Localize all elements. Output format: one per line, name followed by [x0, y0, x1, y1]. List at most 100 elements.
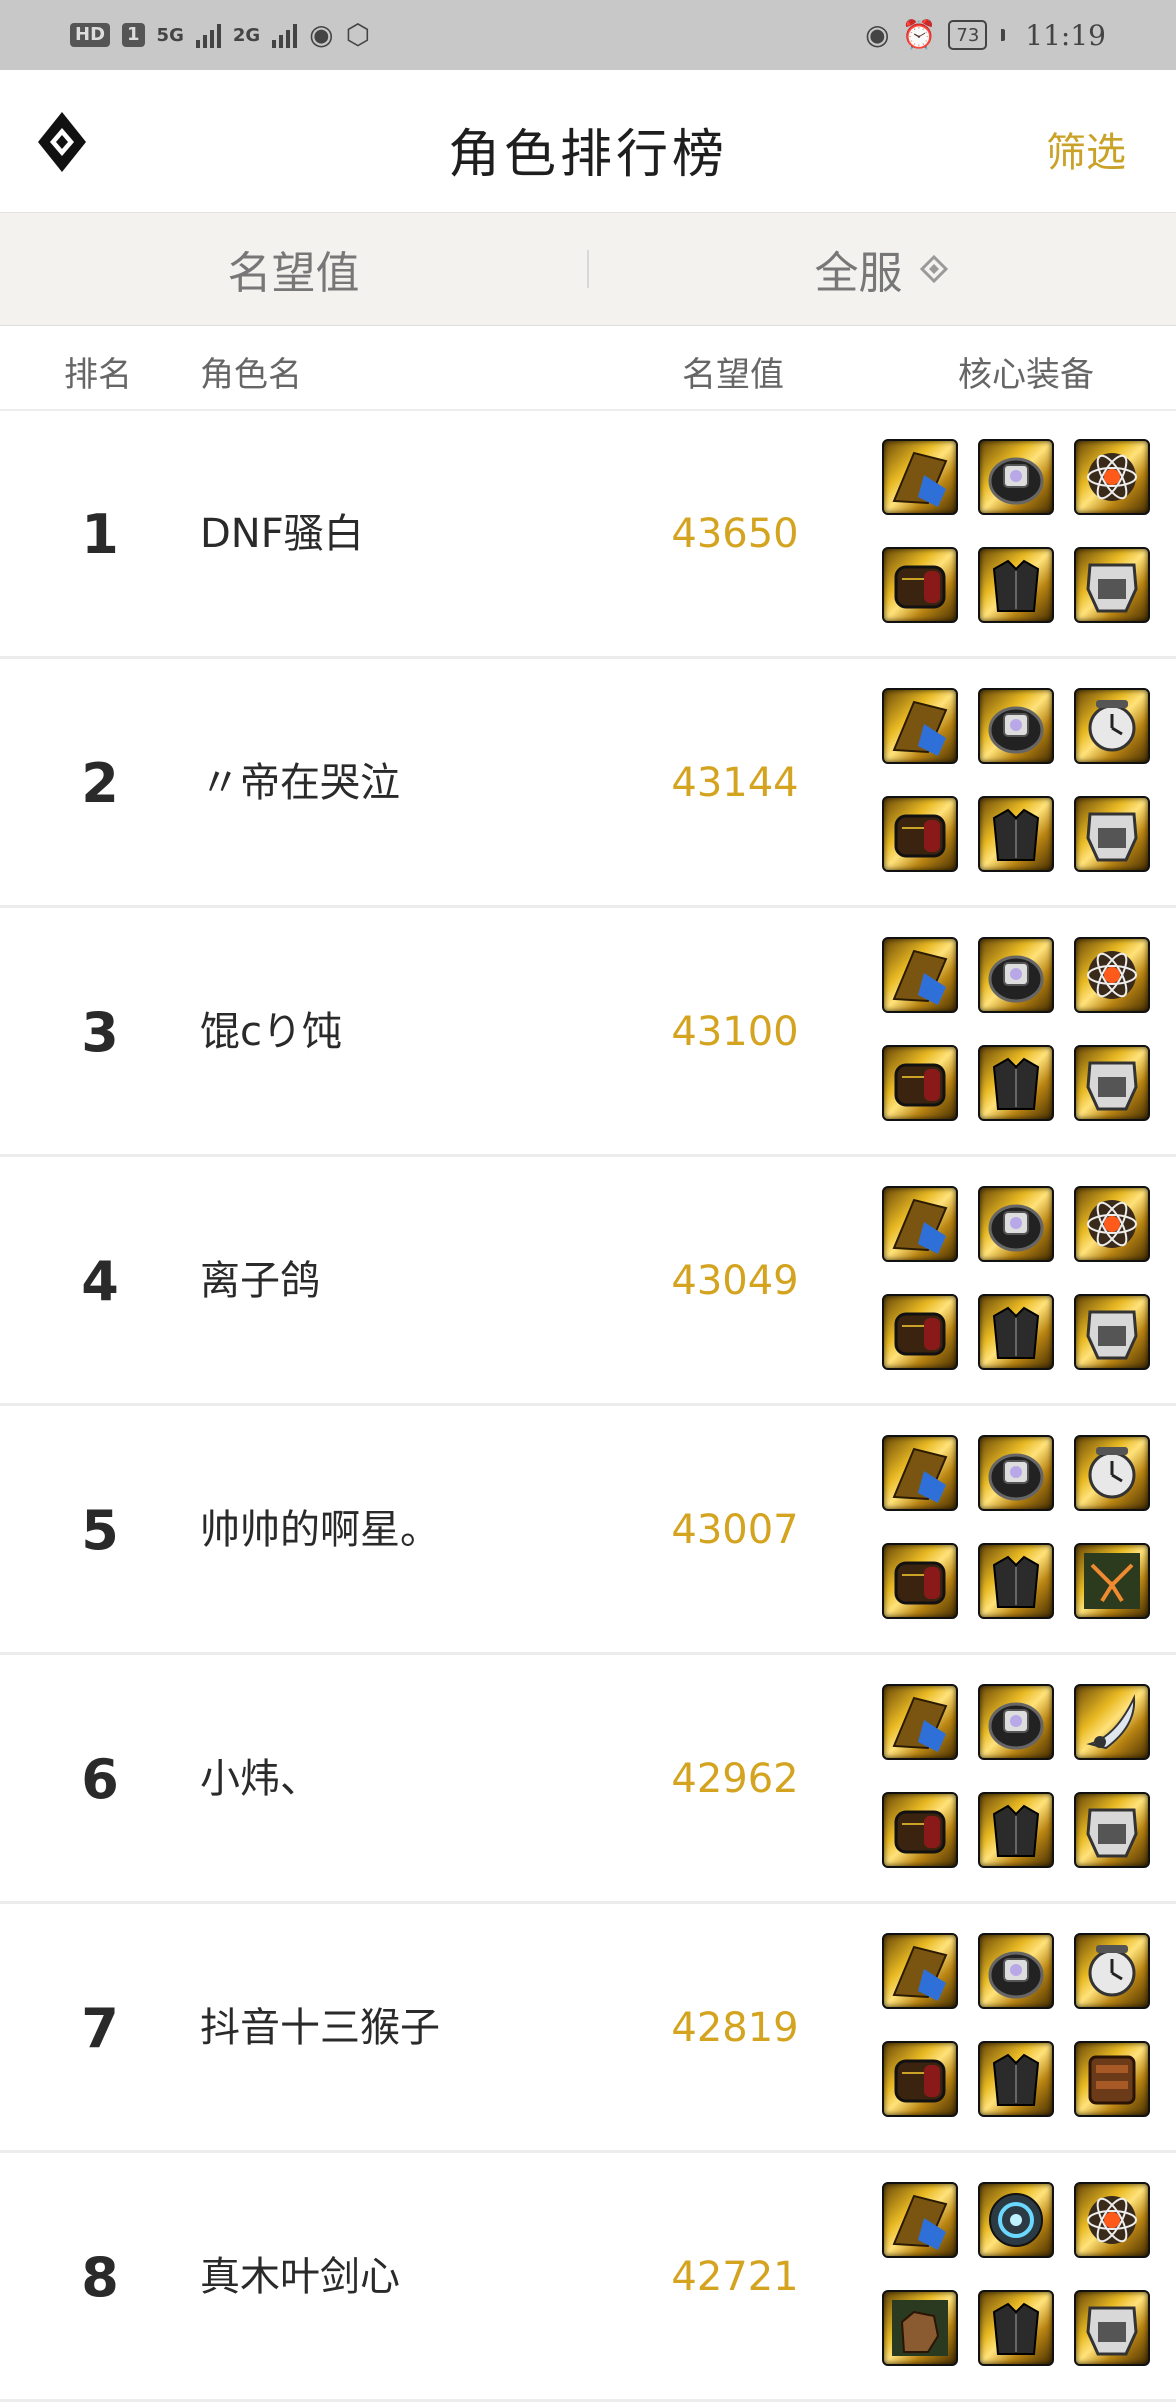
gauntlet-armor-equipment-icon[interactable]	[1074, 1792, 1150, 1868]
bracelet-equipment-icon[interactable]	[978, 1435, 1054, 1511]
clock-equipment-icon[interactable]	[1074, 688, 1150, 764]
row-rank: 8	[81, 2246, 119, 2309]
bracelet-equipment-icon[interactable]	[978, 1933, 1054, 2009]
row-character-name: 抖音十三猴子	[200, 2005, 440, 2051]
signal-bars-2-icon	[272, 22, 298, 48]
dark-armor-equipment-icon[interactable]	[978, 1045, 1054, 1121]
table-row[interactable]: 3 馄cり饨 43100	[0, 908, 1176, 1157]
column-name: 角色名	[200, 355, 302, 395]
bracelet-equipment-icon[interactable]	[978, 688, 1054, 764]
ranking-list: 1 DNF骚白 43650 2 〃帝在哭泣 43144 3 馄cり饨 43100 4 离子鸽 4304…	[0, 410, 1176, 2402]
bracelet-equipment-icon[interactable]	[978, 1186, 1054, 1262]
row-reputation-score: 42721	[671, 2254, 799, 2300]
status-bar: HD 1 5G 2G ◉ ⬡ ◉ ⏰ 73 11:19	[0, 0, 1176, 70]
atom-orb-equipment-icon[interactable]	[1074, 937, 1150, 1013]
row-reputation-score: 43144	[671, 760, 799, 806]
row-character-name: DNF骚白	[200, 511, 364, 557]
gauntlet-armor-equipment-icon[interactable]	[1074, 1045, 1150, 1121]
gauntlet-armor-equipment-icon[interactable]	[1074, 1294, 1150, 1370]
blade-equipment-icon[interactable]	[1074, 1684, 1150, 1760]
table-row[interactable]: 1 DNF骚白 43650	[0, 410, 1176, 659]
diamond-dropdown-icon	[919, 254, 948, 284]
shoulder-equipment-icon[interactable]	[882, 1933, 958, 2009]
box-equipment-icon[interactable]	[882, 1294, 958, 1370]
table-row[interactable]: 2 〃帝在哭泣 43144	[0, 659, 1176, 908]
row-rank: 6	[81, 1748, 119, 1811]
box-equipment-icon[interactable]	[882, 1045, 958, 1121]
column-equipment: 核心装备	[958, 355, 1094, 395]
box-equipment-icon[interactable]	[882, 1543, 958, 1619]
server-dropdown[interactable]: 全服	[589, 237, 1176, 301]
table-row[interactable]: 6 小炜、 42962	[0, 1655, 1176, 1904]
dark-armor-equipment-icon[interactable]	[978, 547, 1054, 623]
leather-glove-equipment-icon[interactable]	[882, 2290, 958, 2366]
row-reputation-score: 42962	[671, 1756, 799, 1802]
atom-orb-equipment-icon[interactable]	[1074, 1186, 1150, 1262]
core-equipment-grid	[882, 1933, 1152, 2117]
dark-armor-equipment-icon[interactable]	[978, 796, 1054, 872]
core-equipment-grid	[882, 439, 1152, 623]
bracelet-equipment-icon[interactable]	[978, 439, 1054, 515]
title-bar: 角色排行榜 筛选	[0, 70, 1176, 213]
row-reputation-score: 43049	[671, 1258, 799, 1304]
clock-time: 11:19	[1025, 18, 1106, 52]
table-row[interactable]: 7 抖音十三猴子 42819	[0, 1904, 1176, 2153]
shoulder-equipment-icon[interactable]	[882, 2182, 958, 2258]
row-rank: 4	[81, 1250, 119, 1313]
table-row[interactable]: 8 真木叶剑心 42721	[0, 2153, 1176, 2402]
box-equipment-icon[interactable]	[882, 2041, 958, 2117]
network-label-1: 5G	[156, 24, 184, 46]
shoulder-equipment-icon[interactable]	[882, 1186, 958, 1262]
dark-armor-equipment-icon[interactable]	[978, 2041, 1054, 2117]
bracelet-equipment-icon[interactable]	[978, 937, 1054, 1013]
filter-button[interactable]: 筛选	[1046, 120, 1126, 178]
gauntlet-armor-equipment-icon[interactable]	[1074, 547, 1150, 623]
row-reputation-score: 43100	[671, 1009, 799, 1055]
clock-equipment-icon[interactable]	[1074, 1435, 1150, 1511]
shoulder-equipment-icon[interactable]	[882, 937, 958, 1013]
atom-orb-equipment-icon[interactable]	[1074, 439, 1150, 515]
leather-pouch-equipment-icon[interactable]	[1074, 2041, 1150, 2117]
dark-armor-equipment-icon[interactable]	[978, 1792, 1054, 1868]
core-equipment-grid	[882, 1684, 1152, 1868]
row-reputation-score: 42819	[671, 2005, 799, 2051]
shoulder-equipment-icon[interactable]	[882, 1435, 958, 1511]
row-rank: 5	[81, 1499, 119, 1562]
battery-icon: 73	[948, 20, 988, 50]
dark-armor-equipment-icon[interactable]	[978, 1294, 1054, 1370]
dark-armor-equipment-icon[interactable]	[978, 1543, 1054, 1619]
core-equipment-grid	[882, 937, 1152, 1121]
box-equipment-icon[interactable]	[882, 547, 958, 623]
cyan-orb-equipment-icon[interactable]	[978, 2182, 1054, 2258]
row-character-name: 真木叶剑心	[200, 2254, 400, 2300]
box-equipment-icon[interactable]	[882, 796, 958, 872]
dark-armor-equipment-icon[interactable]	[978, 2290, 1054, 2366]
clock-equipment-icon[interactable]	[1074, 1933, 1150, 2009]
category-label: 名望值	[227, 248, 360, 299]
column-score: 名望值	[682, 355, 784, 395]
bracelet-equipment-icon[interactable]	[978, 1684, 1054, 1760]
battery-nub	[1001, 29, 1006, 41]
table-row[interactable]: 5 帅帅的啊星。 43007	[0, 1406, 1176, 1655]
shoulder-equipment-icon[interactable]	[882, 1684, 958, 1760]
hd-badge: HD	[70, 23, 111, 47]
shoulder-equipment-icon[interactable]	[882, 439, 958, 515]
green-scroll-equipment-icon[interactable]	[1074, 1543, 1150, 1619]
row-character-name: 〃帝在哭泣	[200, 760, 400, 806]
box-equipment-icon[interactable]	[882, 1792, 958, 1868]
table-row[interactable]: 4 离子鸽 43049	[0, 1157, 1176, 1406]
shoulder-equipment-icon[interactable]	[882, 688, 958, 764]
row-rank: 7	[81, 1997, 119, 2060]
category-dropdown[interactable]: 名望值	[0, 237, 587, 301]
chat-bubble-icon: ◉	[309, 18, 334, 51]
core-equipment-grid	[882, 688, 1152, 872]
ranking-selector: 名望值 全服	[0, 213, 1176, 326]
gauntlet-armor-equipment-icon[interactable]	[1074, 796, 1150, 872]
gauntlet-armor-equipment-icon[interactable]	[1074, 2290, 1150, 2366]
table-header: 排名 角色名 名望值 核心装备	[0, 325, 1176, 411]
page-title: 角色排行榜	[447, 125, 728, 185]
alarm-icon: ⏰	[901, 18, 937, 51]
status-right: ◉ ⏰ 73 11:19	[865, 19, 1106, 52]
row-rank: 1	[81, 503, 119, 566]
atom-orb-equipment-icon[interactable]	[1074, 2182, 1150, 2258]
